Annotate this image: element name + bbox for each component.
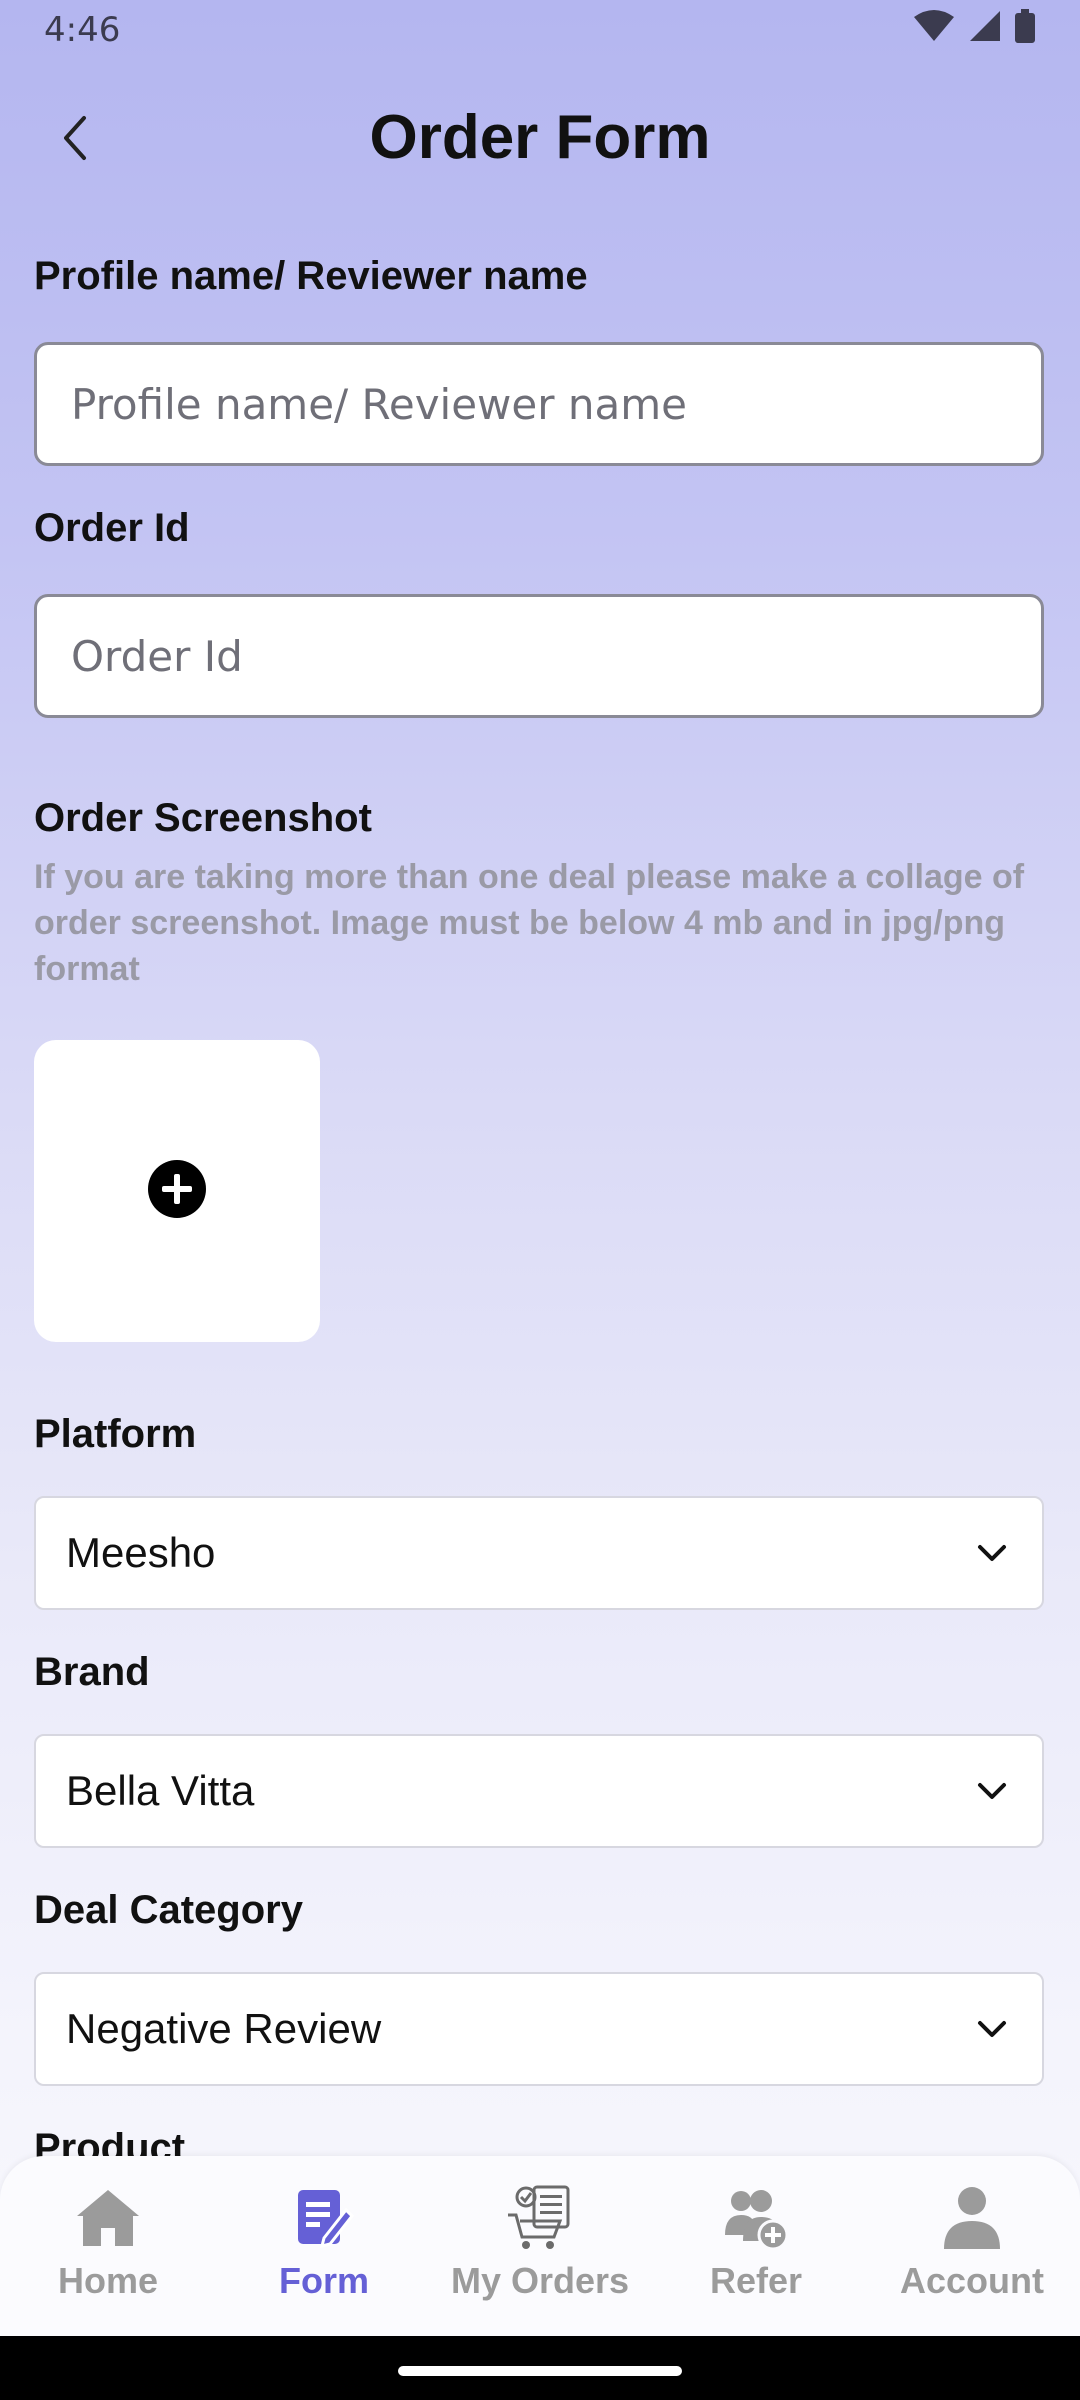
nav-label-my-orders: My Orders: [450, 2260, 630, 2301]
cart-orders-icon: [506, 2185, 574, 2256]
system-gesture-bar: [0, 2336, 1080, 2400]
nav-label-refer: Refer: [709, 2260, 803, 2301]
brand-selected-value: Bella Vitta: [66, 1767, 255, 1814]
signal-icon: [968, 9, 1000, 48]
platform-selected-value: Meesho: [66, 1529, 216, 1576]
home-icon: [75, 2186, 141, 2255]
status-bar: 4:46: [0, 0, 1080, 64]
brand-label: Brand: [34, 1650, 150, 1694]
platform-select[interactable]: Meesho: [34, 1496, 1044, 1610]
chevron-down-icon: [972, 1771, 1012, 1811]
page-title: Order Form: [369, 103, 711, 172]
screenshot-upload-box[interactable]: [34, 1040, 320, 1342]
brand-select[interactable]: Bella Vitta: [34, 1734, 1044, 1848]
nav-item-form[interactable]: Form: [216, 2182, 432, 2322]
battery-icon: [1014, 9, 1036, 48]
nav-item-my-orders[interactable]: My Orders: [432, 2182, 648, 2322]
refer-user-icon: [723, 2185, 789, 2256]
order-id-label: Order Id: [34, 506, 190, 550]
home-gesture-handle[interactable]: [398, 2366, 682, 2376]
nav-item-account[interactable]: Account: [864, 2182, 1080, 2322]
account-icon: [942, 2185, 1002, 2256]
order-id-input[interactable]: [34, 594, 1044, 718]
wifi-icon: [914, 9, 954, 48]
nav-label-home: Home: [57, 2260, 159, 2301]
deal-category-select[interactable]: Negative Review: [34, 1972, 1044, 2086]
chevron-down-icon: [972, 1533, 1012, 1573]
order-screenshot-label: Order Screenshot: [34, 796, 372, 840]
nav-label-account: Account: [900, 2260, 1044, 2301]
plus-circle-icon: [147, 1159, 207, 1224]
order-form-screen: 4:46 Order Form Profile name/ Reviewer n…: [0, 0, 1080, 2400]
status-time: 4:46: [44, 10, 121, 50]
deal-category-label: Deal Category: [34, 1888, 303, 1932]
form-edit-icon: [294, 2186, 355, 2255]
nav-item-home[interactable]: Home: [0, 2182, 216, 2322]
header: Order Form: [0, 90, 1080, 186]
bottom-nav: Home Form My Orders Refer Account: [0, 2156, 1080, 2336]
platform-label: Platform: [34, 1412, 197, 1456]
deal-category-selected-value: Negative Review: [66, 2005, 382, 2052]
nav-label-form: Form: [279, 2260, 369, 2301]
status-icons: [914, 9, 1036, 48]
profile-name-label: Profile name/ Reviewer name: [34, 254, 588, 298]
profile-name-input[interactable]: [34, 342, 1044, 466]
order-screenshot-helper: If you are taking more than one deal ple…: [34, 858, 1025, 988]
nav-item-refer[interactable]: Refer: [648, 2182, 864, 2322]
chevron-down-icon: [972, 2009, 1012, 2049]
